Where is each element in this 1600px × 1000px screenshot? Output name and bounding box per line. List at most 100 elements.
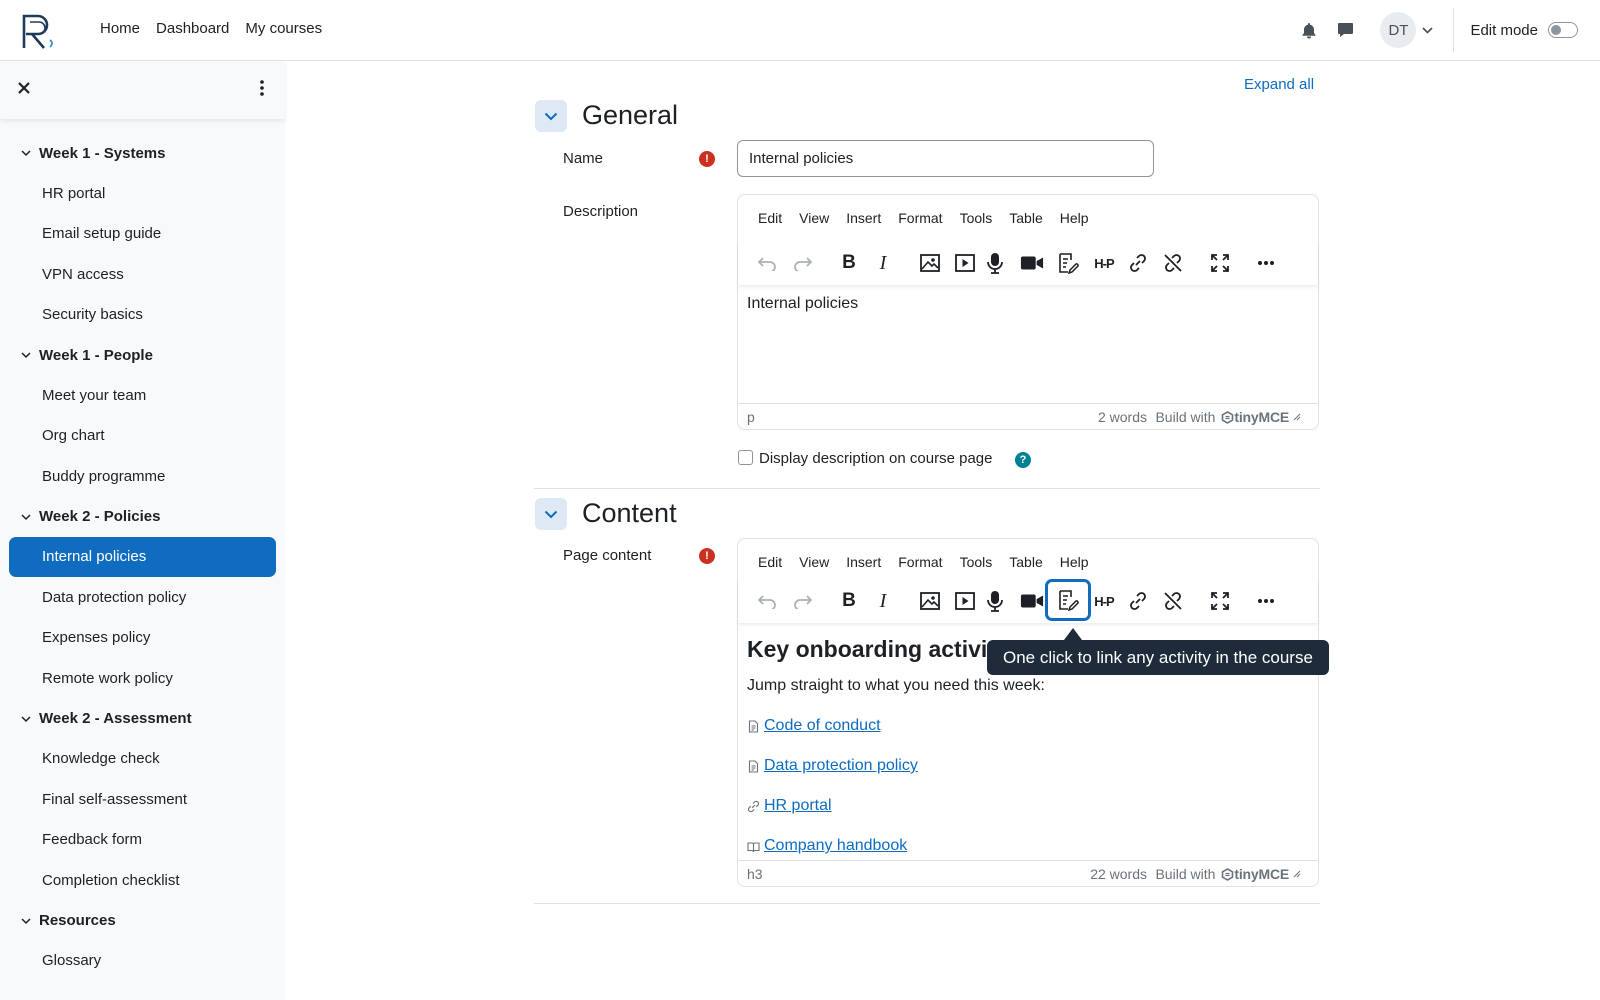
sidebar-item-completion-checklist[interactable]: Completion checklist [0,860,285,901]
image-icon[interactable] [918,589,942,613]
sidebar-item-internal-policies[interactable]: Internal policies [9,536,276,577]
menu-insert[interactable]: Insert [846,554,881,570]
fullscreen-icon[interactable] [1208,251,1232,275]
menu-tools[interactable]: Tools [960,554,993,570]
user-avatar[interactable]: DT [1380,12,1417,48]
hr-portal-link[interactable]: HR portal [764,797,832,815]
menu-insert[interactable]: Insert [846,210,881,226]
resize-handle-icon[interactable] [1293,413,1301,421]
menu-tools[interactable]: Tools [960,210,993,226]
fullscreen-icon[interactable] [1208,589,1232,613]
more-options-icon[interactable] [1254,589,1278,613]
bold-icon[interactable]: B [837,589,861,613]
company-handbook-link[interactable]: Company handbook [764,837,907,855]
redo-icon[interactable] [791,251,815,275]
italic-icon[interactable]: I [871,589,895,613]
word-count[interactable]: 22 words [1090,866,1147,882]
section-week1-people[interactable]: Week 1 - People [0,335,285,375]
undo-icon[interactable] [755,251,779,275]
redo-icon[interactable] [791,589,815,613]
menu-format[interactable]: Format [898,554,942,570]
unlink-icon[interactable] [1161,589,1185,613]
notifications-bell-icon[interactable] [1298,19,1320,41]
media-icon[interactable] [953,251,977,275]
sidebar-item-hr-portal[interactable]: HR portal [0,173,285,214]
menu-table[interactable]: Table [1009,210,1042,226]
sidebar-item-email-setup-guide[interactable]: Email setup guide [0,214,285,255]
name-input[interactable]: Internal policies [737,140,1154,177]
content-intro[interactable]: Jump straight to what you need this week… [747,677,1045,695]
image-icon[interactable] [918,251,942,275]
sidebar-item-glossary[interactable]: Glossary [0,941,285,982]
media-icon[interactable] [953,589,977,613]
expand-all-link[interactable]: Expand all [1244,76,1314,93]
tinymce-logo[interactable]: tinyMCE [1221,409,1289,425]
chevron-down-icon[interactable] [20,915,32,927]
chevron-down-icon[interactable] [20,713,32,725]
element-path[interactable]: h3 [747,866,763,882]
element-path[interactable]: p [747,409,755,425]
section-week1-systems[interactable]: Week 1 - Systems [0,133,285,173]
data-protection-policy-link[interactable]: Data protection policy [764,757,918,775]
sidebar-item-data-protection-policy[interactable]: Data protection policy [0,577,285,618]
section-week2-assessment[interactable]: Week 2 - Assessment [0,699,285,739]
collapse-general-button[interactable] [535,100,567,132]
menu-help[interactable]: Help [1060,210,1089,226]
sidebar-item-buddy-programme[interactable]: Buddy programme [0,456,285,497]
sidebar-item-org-chart[interactable]: Org chart [0,416,285,457]
microphone-icon[interactable] [983,589,1007,613]
link-activity-icon[interactable] [1045,579,1091,621]
sidebar-item-feedback-form[interactable]: Feedback form [0,820,285,861]
content-heading[interactable]: Key onboarding activiti [747,636,1001,663]
section-resources[interactable]: Resources [0,901,285,941]
edit-mode-toggle[interactable] [1548,22,1578,38]
sidebar-item-final-self-assessment[interactable]: Final self-assessment [0,779,285,820]
link-activity-icon[interactable] [1056,251,1080,275]
unlink-icon[interactable] [1161,251,1185,275]
sidebar-item-meet-your-team[interactable]: Meet your team [0,375,285,416]
collapse-content-button[interactable] [535,498,567,530]
kebab-menu-icon[interactable] [252,78,272,98]
help-icon[interactable]: ? [1015,452,1031,468]
bold-icon[interactable]: B [837,251,861,275]
chevron-down-icon[interactable] [20,147,32,159]
link-icon[interactable] [1126,251,1150,275]
menu-edit[interactable]: Edit [758,210,782,226]
sidebar-item-expenses-policy[interactable]: Expenses policy [0,618,285,659]
more-options-icon[interactable] [1254,251,1278,275]
italic-icon[interactable]: I [871,251,895,275]
sidebar-item-remote-work-policy[interactable]: Remote work policy [0,658,285,699]
h5p-icon[interactable]: H-P [1090,589,1118,613]
resize-handle-icon[interactable] [1293,870,1301,878]
video-camera-icon[interactable] [1020,589,1044,613]
menu-view[interactable]: View [799,210,829,226]
menu-edit[interactable]: Edit [758,554,782,570]
close-drawer-icon[interactable] [14,78,34,98]
link-icon[interactable] [1126,589,1150,613]
tinymce-logo[interactable]: tinyMCE [1221,866,1289,882]
chevron-down-icon[interactable] [20,511,32,523]
video-camera-icon[interactable] [1020,251,1044,275]
microphone-icon[interactable] [983,251,1007,275]
site-logo-icon[interactable] [20,12,56,50]
section-week2-policies[interactable]: Week 2 - Policies [0,497,285,537]
nav-link-my-courses[interactable]: My courses [245,20,322,37]
sidebar-item-vpn-access[interactable]: VPN access [0,254,285,295]
description-content[interactable]: Internal policies [747,295,858,313]
menu-view[interactable]: View [799,554,829,570]
menu-help[interactable]: Help [1060,554,1089,570]
sidebar-item-security-basics[interactable]: Security basics [0,295,285,336]
word-count[interactable]: 2 words [1098,409,1147,425]
nav-link-home[interactable]: Home [100,20,140,37]
menu-format[interactable]: Format [898,210,942,226]
sidebar-item-knowledge-check[interactable]: Knowledge check [0,739,285,780]
chevron-down-icon[interactable] [20,349,32,361]
menu-table[interactable]: Table [1009,554,1042,570]
chevron-down-icon[interactable] [1422,26,1434,34]
display-description-checkbox[interactable] [738,450,753,465]
nav-link-dashboard[interactable]: Dashboard [156,20,229,37]
undo-icon[interactable] [755,589,779,613]
messages-chat-icon[interactable] [1334,19,1356,41]
code-of-conduct-link[interactable]: Code of conduct [764,717,881,735]
h5p-icon[interactable]: H-P [1090,251,1118,275]
